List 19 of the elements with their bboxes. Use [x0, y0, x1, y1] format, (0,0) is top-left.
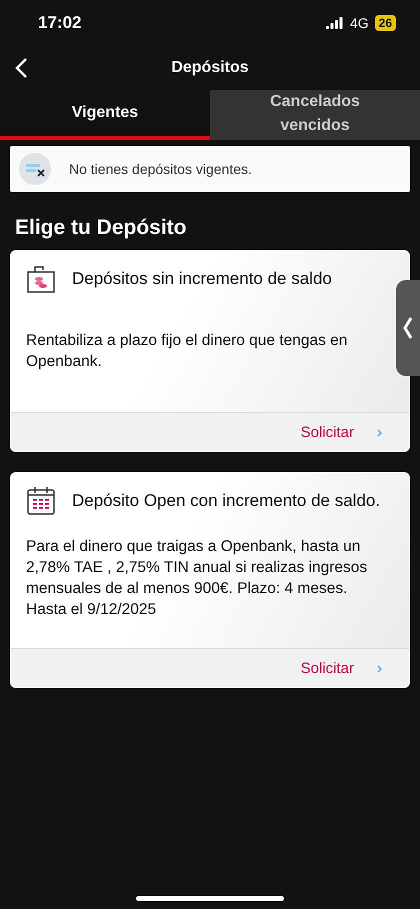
card-description: Para el dinero que traigas a Openbank, hasta un 2,78% TAE , 2,75% TIN anual si realizas ingresos mensuales de al menos 900€. Plazo: 4 meses. Hasta el 9/12/2025	[26, 537, 368, 620]
card-description: Rentabiliza a plazo fijo el dinero que tengas en Openbank.	[26, 331, 348, 372]
battery-level: 26	[374, 14, 396, 30]
card-title: Depósito Open con incremento de saldo.	[72, 491, 380, 511]
section-title: Elige tu Depósito	[15, 216, 188, 240]
notice-text: No tienes depósitos vigentes.	[69, 161, 252, 177]
calendar-icon	[26, 486, 56, 516]
apply-link[interactable]: Solicitar	[300, 660, 354, 677]
tab[interactable]: Cancelados vencidos	[210, 90, 420, 140]
card-title: Depósitos sin incremento de saldo	[72, 269, 332, 289]
chevron-icon	[402, 315, 414, 341]
status-time: 17:02	[38, 12, 82, 32]
page-title: Depósitos	[171, 58, 249, 76]
apply-link[interactable]: Solicitar	[300, 424, 354, 441]
purse-icon	[26, 264, 56, 294]
side-handle[interactable]	[396, 280, 420, 376]
network-label: 4G	[350, 14, 369, 30]
empty-list-icon	[19, 153, 51, 185]
signal-icon	[326, 16, 344, 28]
